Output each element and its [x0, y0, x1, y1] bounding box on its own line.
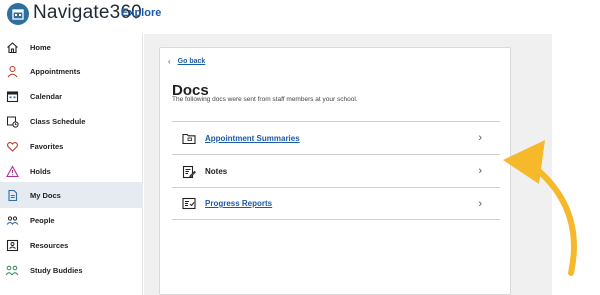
sidebar-item-label: Study Buddies — [30, 265, 83, 275]
main-content: ‹ Go back Docs The following docs were s… — [144, 34, 552, 295]
document-icon — [5, 188, 19, 202]
home-icon — [5, 40, 19, 54]
sidebar-item-my-docs[interactable]: My Docs — [0, 182, 143, 208]
doc-row-progress-reports[interactable]: Progress Reports › — [172, 187, 500, 220]
docs-list: Appointment Summaries › Notes › Progress… — [172, 121, 500, 220]
doc-label[interactable]: Appointment Summaries — [205, 134, 300, 143]
sidebar-item-resources[interactable]: Resources — [0, 232, 143, 258]
sidebar-item-study-buddies[interactable]: Study Buddies — [0, 257, 143, 283]
top-bar: Navigate360 Explore — [0, 0, 600, 34]
doc-label[interactable]: Notes — [205, 167, 227, 176]
docs-card: ‹ Go back Docs The following docs were s… — [159, 47, 511, 295]
heart-icon — [5, 139, 19, 153]
sidebar-item-calendar[interactable]: Calendar — [0, 83, 143, 109]
sidebar-item-holds[interactable]: Holds — [0, 158, 143, 184]
sidebar-item-people[interactable]: People — [0, 207, 143, 233]
sidebar-item-appointments[interactable]: Appointments — [0, 58, 143, 84]
sidebar-item-class-schedule[interactable]: Class Schedule — [0, 108, 143, 134]
resources-icon — [5, 238, 19, 252]
folder-icon — [182, 132, 196, 145]
chevron-right-icon: › — [478, 165, 482, 177]
warning-icon — [5, 164, 19, 178]
doc-row-appointment-summaries[interactable]: Appointment Summaries › — [172, 121, 500, 154]
sidebar-item-label: Favorites — [30, 141, 64, 151]
person-icon — [5, 64, 19, 78]
go-back-link[interactable]: ‹ Go back — [168, 57, 205, 66]
curved-arrow-icon — [503, 140, 577, 276]
sidebar-item-label: People — [30, 215, 55, 225]
explore-link[interactable]: Explore — [121, 7, 161, 19]
chevron-right-icon: › — [478, 197, 482, 210]
sidebar-item-favorites[interactable]: Favorites — [0, 133, 143, 159]
sidebar: Home Appointments Calendar Class Schedul… — [0, 34, 143, 295]
doc-label[interactable]: Progress Reports — [205, 199, 272, 208]
calendar-building-icon[interactable] — [7, 3, 29, 25]
app-root: Navigate360 Explore Home Appointments Ca… — [0, 0, 600, 295]
sidebar-item-home[interactable]: Home — [0, 34, 143, 60]
notes-icon — [182, 165, 196, 178]
chevron-left-icon: ‹ — [168, 57, 171, 66]
sidebar-item-label: Resources — [30, 240, 69, 250]
sidebar-item-label: Holds — [30, 166, 51, 176]
sidebar-item-label: Class Schedule — [30, 116, 86, 126]
progress-report-icon — [182, 197, 196, 210]
sidebar-item-label: Calendar — [30, 91, 63, 101]
page-subtitle: The following docs were sent from staff … — [172, 96, 358, 103]
sidebar-item-label: Appointments — [30, 66, 81, 76]
doc-row-notes[interactable]: Notes › — [172, 154, 500, 187]
sidebar-item-label: Home — [30, 42, 51, 52]
class-schedule-icon — [5, 114, 19, 128]
people-icon — [5, 213, 19, 227]
go-back-label: Go back — [177, 58, 206, 65]
chevron-right-icon: › — [478, 132, 482, 144]
sidebar-item-label: My Docs — [30, 190, 61, 200]
calendar-icon — [5, 89, 19, 103]
study-buddies-icon — [5, 263, 19, 277]
